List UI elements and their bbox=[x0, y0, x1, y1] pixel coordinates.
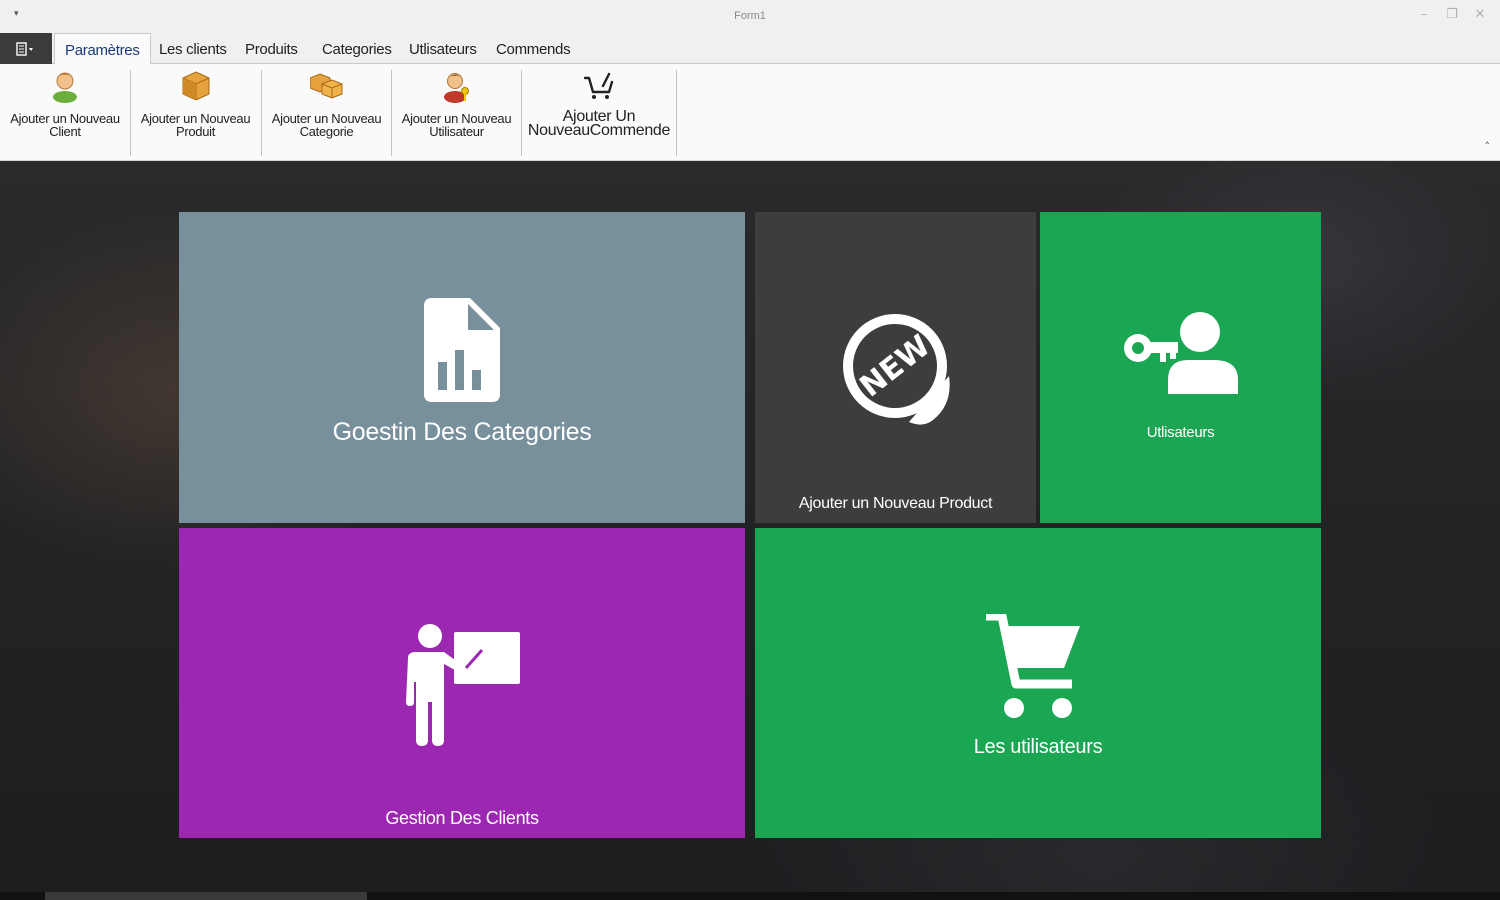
ribbon-separator bbox=[130, 70, 131, 156]
shopping-cart-icon bbox=[986, 614, 1080, 718]
close-button[interactable]: ✕ bbox=[1470, 7, 1490, 22]
box-icon bbox=[178, 68, 214, 104]
add-category-button[interactable]: Ajouter un Nouveau Categorie bbox=[263, 68, 390, 154]
add-client-label-2: Client bbox=[49, 124, 81, 139]
title-bar: ▾ Form1 – ❐ ✕ bbox=[0, 0, 1500, 33]
tile-clients-label: Gestion Des Clients bbox=[385, 808, 539, 828]
client-icon bbox=[47, 68, 83, 104]
application-menu-icon bbox=[16, 41, 33, 56]
tile-categories-label: Goestin Des Categories bbox=[332, 418, 592, 446]
add-product-label-2: Produit bbox=[175, 124, 216, 139]
tile-new-product[interactable]: NEW Ajouter un Nouveau Product bbox=[755, 212, 1036, 523]
teacher-board-icon bbox=[406, 624, 520, 746]
application-menu-button[interactable] bbox=[0, 33, 52, 64]
tab-les-clients[interactable]: Les clients bbox=[149, 33, 237, 64]
tile-les-utilisateurs[interactable]: Les utilisateurs bbox=[755, 528, 1321, 838]
tab-commends[interactable]: Commends bbox=[486, 33, 580, 64]
add-product-button[interactable]: Ajouter un Nouveau Produit bbox=[132, 68, 259, 154]
tab-parametres[interactable]: Paramètres bbox=[54, 33, 151, 65]
ribbon-separator bbox=[521, 70, 522, 156]
tile-les-utilisateurs-label: Les utilisateurs bbox=[973, 736, 1103, 758]
tab-produits[interactable]: Produits bbox=[235, 33, 308, 64]
add-order-button[interactable]: Ajouter Un NouveauCommende bbox=[523, 68, 675, 154]
ribbon-tab-bar: Paramètres Les clients Produits Categori… bbox=[0, 33, 1500, 65]
add-user-button[interactable]: Ajouter un Nouveau Utilisateur bbox=[393, 68, 520, 154]
minimize-button[interactable]: – bbox=[1414, 7, 1434, 22]
tab-utilisateurs[interactable]: Utlisateurs bbox=[399, 33, 487, 64]
ribbon-separator bbox=[391, 70, 392, 156]
tab-categories[interactable]: Categories bbox=[312, 33, 402, 64]
collapse-ribbon-button[interactable]: ˄ bbox=[1485, 140, 1491, 153]
user-key-icon bbox=[1124, 312, 1238, 394]
add-category-label-2: Categorie bbox=[299, 124, 354, 139]
user-key-icon bbox=[439, 68, 475, 104]
cart-icon bbox=[581, 68, 617, 104]
new-badge-icon: NEW bbox=[843, 314, 950, 425]
tile-users-label: Utlisateurs bbox=[1146, 424, 1215, 441]
tile-categories[interactable]: Goestin Des Categories bbox=[179, 212, 745, 523]
boxes-icon bbox=[309, 68, 345, 104]
taskbar-item[interactable] bbox=[45, 892, 367, 900]
add-client-button[interactable]: Ajouter un Nouveau Client bbox=[2, 68, 128, 154]
taskbar bbox=[0, 892, 1500, 900]
tile-new-product-label: Ajouter un Nouveau Product bbox=[798, 495, 993, 512]
restore-button[interactable]: ❐ bbox=[1442, 7, 1462, 22]
tile-users[interactable]: Utlisateurs bbox=[1040, 212, 1321, 523]
document-chart-icon bbox=[424, 298, 500, 402]
ribbon-panel: Ajouter un Nouveau Client Ajouter un Nou… bbox=[0, 64, 1500, 161]
window-title: Form1 bbox=[734, 10, 766, 22]
tile-clients[interactable]: Gestion Des Clients bbox=[179, 528, 745, 838]
add-user-label-2: Utilisateur bbox=[429, 124, 484, 139]
ribbon-separator bbox=[261, 70, 262, 156]
add-order-label-2: NouveauCommende bbox=[527, 122, 671, 139]
ribbon-separator bbox=[676, 70, 677, 156]
